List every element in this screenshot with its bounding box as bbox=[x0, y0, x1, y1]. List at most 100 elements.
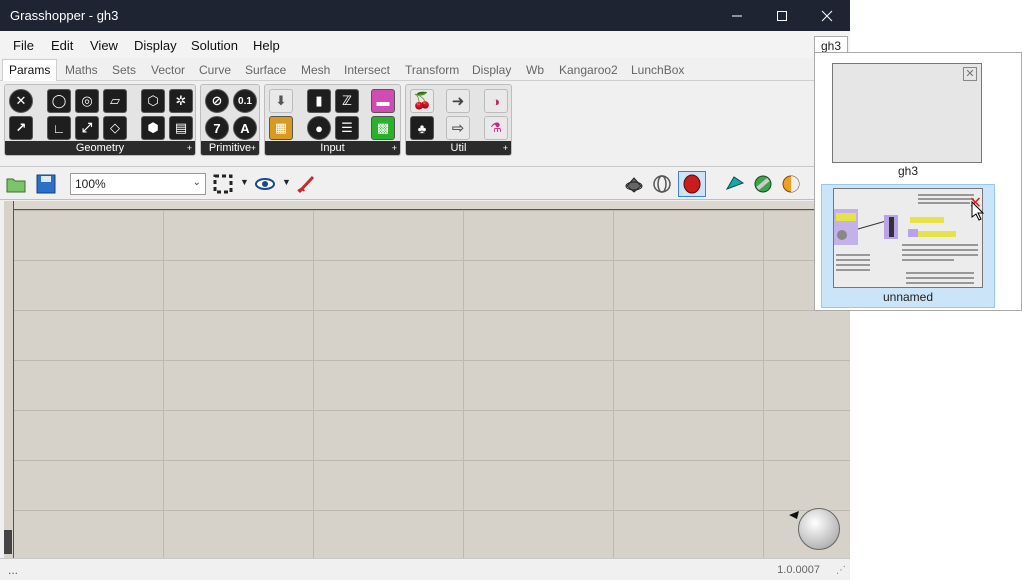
chevron-down-icon: ⌄ bbox=[192, 177, 201, 188]
text-param-icon[interactable]: A bbox=[233, 116, 257, 140]
sketch-pen-icon[interactable] bbox=[296, 173, 318, 195]
colour-swatch-icon[interactable]: ▩ bbox=[371, 116, 395, 140]
util-group: 🍒 ➜ ◑ ♣ ⇨ ⚗ Util + bbox=[405, 84, 512, 156]
value-list-icon[interactable]: ☰ bbox=[335, 116, 359, 140]
menu-display[interactable]: Display bbox=[134, 38, 177, 53]
expand-icon[interactable]: + bbox=[251, 141, 256, 155]
boolean-param-icon[interactable]: ⊘ bbox=[205, 89, 229, 113]
tab-intersect[interactable]: Intersect bbox=[344, 63, 390, 77]
version-label: 1.0.0007 bbox=[777, 564, 820, 576]
minimize-icon bbox=[732, 15, 742, 16]
zoom-extents-icon[interactable] bbox=[212, 173, 234, 195]
box-param-icon[interactable]: ⬡ bbox=[141, 89, 165, 113]
circle-param-icon[interactable]: ◯ bbox=[47, 89, 71, 113]
tab-kangaroo2[interactable]: Kangaroo2 bbox=[559, 63, 618, 77]
tab-vector[interactable]: Vector bbox=[151, 63, 185, 77]
expand-icon[interactable]: + bbox=[187, 141, 192, 155]
primitive-group-label[interactable]: Primitive + bbox=[201, 141, 259, 155]
empty-param-icon[interactable]: ✕ bbox=[9, 89, 33, 113]
vector-param-icon[interactable]: ↗ bbox=[9, 116, 33, 140]
tab-mesh[interactable]: Mesh bbox=[301, 63, 330, 77]
preview-off-icon[interactable] bbox=[623, 173, 645, 195]
curve-param-icon[interactable]: ◎ bbox=[75, 89, 99, 113]
close-button[interactable] bbox=[804, 0, 850, 31]
tab-maths[interactable]: Maths bbox=[65, 63, 98, 77]
tree-icon[interactable]: ♣ bbox=[410, 116, 434, 140]
wireframe-preview-icon[interactable] bbox=[651, 173, 673, 195]
flask-icon[interactable]: ⚗ bbox=[484, 116, 508, 140]
tab-wb[interactable]: Wb bbox=[526, 63, 544, 77]
canvas-top-ruler bbox=[4, 201, 850, 210]
document-item[interactable]: ✕ gh3 bbox=[821, 57, 995, 181]
selected-preview-icon[interactable] bbox=[752, 173, 774, 195]
line-param-icon[interactable]: ∟ bbox=[47, 116, 71, 140]
util-group-label[interactable]: Util + bbox=[406, 141, 511, 155]
minimize-button[interactable] bbox=[714, 0, 760, 31]
fitness-icon[interactable]: ◑ bbox=[484, 89, 508, 113]
tab-transform[interactable]: Transform bbox=[405, 63, 459, 77]
status-bar: ... 1.0.0007 ⋰ bbox=[0, 558, 850, 580]
canvas[interactable] bbox=[4, 201, 850, 558]
input-group-label[interactable]: Input + bbox=[265, 141, 400, 155]
tab-sets[interactable]: Sets bbox=[112, 63, 136, 77]
outline-arrow-icon[interactable]: ⇨ bbox=[446, 116, 470, 140]
menu-help[interactable]: Help bbox=[253, 38, 280, 53]
canvas-scroll-handle[interactable] bbox=[4, 530, 12, 554]
geometry-param-icon[interactable]: ▤ bbox=[169, 116, 193, 140]
caret-down-icon[interactable]: ▼ bbox=[282, 177, 291, 187]
gradient-icon[interactable]: ▬ bbox=[371, 89, 395, 113]
navigation-compass[interactable] bbox=[789, 508, 840, 550]
menu-file[interactable]: File bbox=[13, 38, 34, 53]
geometry-group: ✕ ◯ ◎ ▱ ⬡ ✲ ↗ ∟ ⤢ ◇ ⬢ ▤ Geometry + bbox=[4, 84, 196, 156]
number-label: 0.1 bbox=[238, 95, 252, 107]
save-file-icon[interactable] bbox=[35, 173, 57, 195]
menu-solution[interactable]: Solution bbox=[191, 38, 238, 53]
caret-down-icon[interactable]: ▼ bbox=[240, 177, 249, 187]
color-preview-icon[interactable] bbox=[780, 173, 802, 195]
status-text: ... bbox=[8, 563, 19, 577]
document-browser: ✕ gh3 ✕ unnamed bbox=[814, 52, 1022, 311]
plane-param-icon[interactable]: ◇ bbox=[103, 116, 127, 140]
close-document-icon[interactable]: ✕ bbox=[963, 67, 977, 81]
compass-arrow-icon bbox=[789, 511, 799, 519]
tab-curve[interactable]: Curve bbox=[199, 63, 231, 77]
arrow-icon[interactable]: ➜ bbox=[446, 89, 470, 113]
resize-grip-icon[interactable]: ⋰ bbox=[836, 565, 846, 576]
window-title: Grasshopper - gh3 bbox=[10, 8, 119, 23]
tab-surface[interactable]: Surface bbox=[245, 63, 286, 77]
zoom-value: 100% bbox=[75, 177, 106, 191]
open-file-icon[interactable] bbox=[5, 173, 27, 195]
number-param-icon[interactable]: 0.1 bbox=[233, 89, 257, 113]
canvas-toolbar: 100% ⌄ ▼ ▼ bbox=[0, 168, 850, 200]
document-item[interactable]: ✕ unnamed bbox=[821, 184, 995, 308]
menu-edit[interactable]: Edit bbox=[51, 38, 73, 53]
mouse-cursor-icon bbox=[971, 201, 985, 221]
maximize-button[interactable] bbox=[759, 0, 805, 31]
primitive-label-text: Primitive bbox=[208, 142, 252, 154]
geometry-label-text: Geometry bbox=[75, 142, 125, 154]
panel-icon[interactable]: ⬇ bbox=[269, 89, 293, 113]
mesh-param-icon[interactable]: ✲ bbox=[169, 89, 193, 113]
integer-label: 7 bbox=[213, 120, 221, 136]
toggle-icon[interactable]: ▮ bbox=[307, 89, 331, 113]
graph-mapper-icon[interactable]: ℤ bbox=[335, 89, 359, 113]
teal-preview-icon[interactable] bbox=[724, 173, 746, 195]
brep-param-icon[interactable]: ⬢ bbox=[141, 116, 165, 140]
menu-view[interactable]: View bbox=[90, 38, 118, 53]
integer-param-icon[interactable]: 7 bbox=[205, 116, 229, 140]
surface-param-icon[interactable]: ▱ bbox=[103, 89, 127, 113]
tab-lunchbox[interactable]: LunchBox bbox=[631, 63, 684, 77]
cherry-icon[interactable]: 🍒 bbox=[410, 89, 434, 113]
expand-icon[interactable]: + bbox=[503, 141, 508, 155]
point-param-icon[interactable]: ⤢ bbox=[75, 116, 99, 140]
expand-icon[interactable]: + bbox=[392, 141, 397, 155]
md-slider-icon[interactable]: ▦ bbox=[269, 116, 293, 140]
zoom-select[interactable]: 100% ⌄ bbox=[70, 173, 206, 195]
tab-params[interactable]: Params bbox=[2, 59, 58, 81]
eye-icon[interactable] bbox=[254, 173, 276, 195]
tab-display[interactable]: Display bbox=[472, 63, 511, 77]
geometry-group-label[interactable]: Geometry + bbox=[5, 141, 195, 155]
button-icon[interactable]: ● bbox=[307, 116, 331, 140]
component-ribbon: ✕ ◯ ◎ ▱ ⬡ ✲ ↗ ∟ ⤢ ◇ ⬢ ▤ Geometry + ⊘ 0.1… bbox=[0, 81, 850, 167]
shaded-preview-button[interactable] bbox=[678, 171, 706, 197]
